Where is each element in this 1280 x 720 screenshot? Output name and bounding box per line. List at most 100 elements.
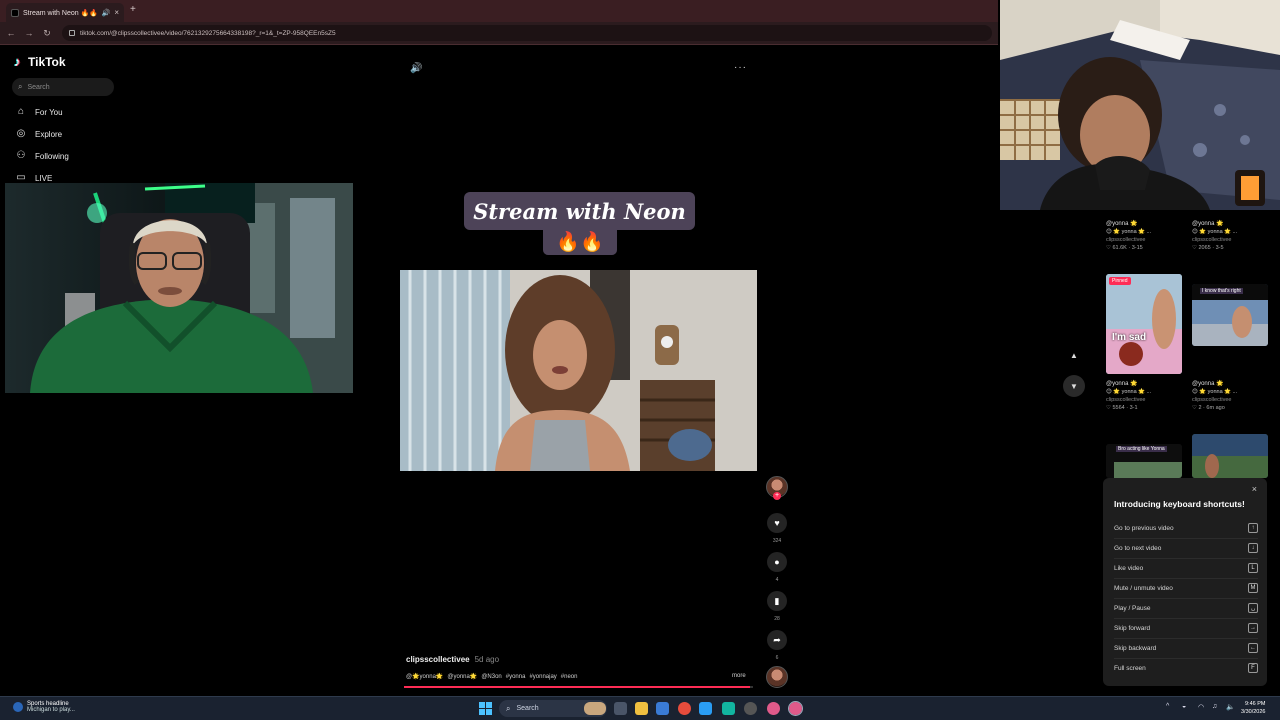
comment-icon: ● xyxy=(774,557,780,567)
like-button[interactable]: ♥ xyxy=(767,513,787,533)
mic-icon[interactable]: ♫ xyxy=(1212,703,1217,710)
close-icon[interactable]: × xyxy=(1252,484,1257,494)
system-clock[interactable]: 9:46 PM 3/30/2026 xyxy=(1241,700,1265,716)
next-video-button[interactable]: ▼ xyxy=(1063,375,1085,397)
author-username[interactable]: clipsscollectivee xyxy=(406,655,470,664)
sidebar-item-following[interactable]: ⚇ Following xyxy=(15,150,69,162)
shortcut-label: Skip forward xyxy=(1114,624,1151,632)
search-icon: ⌕ xyxy=(506,703,511,713)
grid-card-user: @yonna 🌟 xyxy=(1192,381,1224,387)
store-icon[interactable] xyxy=(656,702,669,715)
app-icon[interactable] xyxy=(699,702,712,715)
share-button[interactable]: ➦ xyxy=(767,630,787,650)
grid-video-card[interactable]: @yonna 🌟 😊 🌟 yonna 🌟 ... clipsscollectiv… xyxy=(1106,220,1182,251)
search-input[interactable]: ⌕ Search xyxy=(12,78,114,96)
grid-card-stats: ♡ 61.6K · 3-15 xyxy=(1106,245,1143,251)
caption-tag[interactable]: #yonnajay xyxy=(529,674,556,680)
music-disc-avatar[interactable] xyxy=(766,666,788,688)
grid-card-user: @yonna 🌟 xyxy=(1106,221,1138,227)
network-icon[interactable]: ◒ xyxy=(1182,703,1186,710)
grid-thumbnail[interactable]: Pinned I'm sad xyxy=(1106,274,1182,374)
news-icon xyxy=(13,702,23,712)
previous-video-button[interactable]: ▲ xyxy=(1063,344,1085,366)
grid-thumbnail[interactable]: I know that's right xyxy=(1192,284,1268,346)
guest-facecam xyxy=(1000,0,1280,210)
shortcuts-title: Introducing keyboard shortcuts! xyxy=(1114,499,1245,509)
file-explorer-icon[interactable] xyxy=(635,702,648,715)
grid-thumbnail[interactable] xyxy=(1192,434,1268,478)
speaker-icon[interactable]: 🔈 xyxy=(1226,703,1235,711)
heart-icon: ♥ xyxy=(774,518,780,528)
chrome-icon[interactable] xyxy=(678,702,691,715)
grid-video-card[interactable]: @yonna 🌟 😊 🌟 yonna 🌟 ... clipsscollectiv… xyxy=(1192,220,1268,251)
tiktok-note-icon xyxy=(14,54,25,69)
thumbnail-text: I know that's right xyxy=(1200,288,1243,294)
grid-card-account: clipsscollectivee xyxy=(1106,397,1146,403)
caption-tag[interactable]: #yonna xyxy=(506,674,526,680)
address-bar[interactable]: tiktok.com/@clipsscollectivee/video/7621… xyxy=(62,25,992,41)
caption-tag[interactable]: @N3on xyxy=(481,674,501,680)
reload-icon[interactable]: ↻ xyxy=(40,28,54,39)
comment-button[interactable]: ● xyxy=(767,552,787,572)
forward-icon[interactable]: → xyxy=(22,28,36,38)
streamer-facecam xyxy=(5,183,353,393)
close-tab-icon[interactable]: × xyxy=(114,8,119,17)
follow-plus-icon[interactable]: + xyxy=(773,492,781,500)
news-widget[interactable]: Sports headline Michigan to play... xyxy=(13,701,75,713)
video-overlay-emoji-box: 🔥🔥 xyxy=(543,228,617,255)
tray-chevron-icon[interactable]: ^ xyxy=(1166,703,1169,710)
thumbnail-text: Bro acting like Yonna xyxy=(1116,446,1167,452)
shortcut-row: Like video L xyxy=(1114,563,1258,573)
sidebar-item-label: Explore xyxy=(35,129,63,139)
caption-tag[interactable]: @🌟yonna🌟 xyxy=(406,673,443,680)
grid-thumbnail[interactable]: Bro acting like Yonna xyxy=(1106,444,1182,478)
app-icon[interactable] xyxy=(722,702,735,715)
new-tab-button[interactable]: + xyxy=(130,4,136,15)
task-view-icon[interactable] xyxy=(614,702,627,715)
shortcut-row: Go to previous video ↑ xyxy=(1114,523,1258,533)
nav-bar: ← → ↻ tiktok.com/@clipsscollectivee/vide… xyxy=(0,22,998,44)
grid-video-card[interactable]: @yonna 🌟 😊 🌟 yonna 🌟 ... clipsscollectiv… xyxy=(1192,380,1268,411)
divider xyxy=(1114,558,1258,559)
sidebar-item-label: LIVE xyxy=(35,173,53,183)
browser-tab[interactable]: Stream with Neon 🔥🔥 🔊 × xyxy=(6,3,124,22)
grid-card-stats: ♡ 2 · 6m ago xyxy=(1192,405,1225,411)
site-info-icon[interactable] xyxy=(69,30,75,36)
share-icon: ➦ xyxy=(773,634,781,645)
back-icon[interactable]: ← xyxy=(4,28,18,38)
browser-icon[interactable] xyxy=(767,702,780,715)
caption-tag[interactable]: #neon xyxy=(561,674,578,680)
grid-video-card[interactable]: @yonna 🌟 😊 🌟 yonna 🌟 ... clipsscollectiv… xyxy=(1106,380,1182,411)
video-player[interactable] xyxy=(400,270,757,471)
speaker-tab-icon[interactable]: 🔊 xyxy=(102,9,111,17)
shortcut-label: Mute / unmute video xyxy=(1114,584,1173,592)
volume-icon[interactable]: 🔊 xyxy=(410,63,422,74)
browser-active-icon[interactable] xyxy=(788,701,803,716)
windows-start-icon[interactable] xyxy=(479,702,492,715)
more-options-icon[interactable]: ··· xyxy=(734,62,747,73)
save-button[interactable]: ▮ xyxy=(767,591,787,611)
grid-card-account: clipsscollectivee xyxy=(1192,237,1232,243)
browser-chrome: Stream with Neon 🔥🔥 🔊 × + ← → ↻ tiktok.c… xyxy=(0,0,998,45)
guest-facecam-image xyxy=(1000,0,1280,210)
video-progress-bar[interactable] xyxy=(404,686,753,688)
grid-card-account: clipsscollectivee xyxy=(1106,237,1146,243)
settings-icon[interactable] xyxy=(744,702,757,715)
grid-card-stats: ♡ 2065 · 3-5 xyxy=(1192,245,1224,251)
l-key-icon: L xyxy=(1248,563,1258,573)
share-count: 6 xyxy=(775,655,779,661)
shortcut-row: Play / Pause ␣ xyxy=(1114,603,1258,613)
sidebar-item-explore[interactable]: ◎ Explore xyxy=(15,128,63,140)
caption-more-link[interactable]: more xyxy=(732,673,746,679)
home-icon: ⌂ xyxy=(17,106,25,117)
shortcut-label: Go to next video xyxy=(1114,544,1162,552)
tiktok-logo[interactable]: TikTok xyxy=(14,54,66,70)
shortcut-label: Skip backward xyxy=(1114,644,1157,652)
caption-tag[interactable]: @yonna🌟 xyxy=(447,673,477,680)
wifi-icon[interactable]: ◠ xyxy=(1198,703,1204,711)
grid-card-caption: 😊 🌟 yonna 🌟 ... xyxy=(1192,389,1238,395)
shortcut-row: Skip forward → xyxy=(1114,623,1258,633)
f-key-icon: F xyxy=(1248,663,1258,673)
sidebar-item-for-you[interactable]: ⌂ For You xyxy=(15,106,63,118)
shortcut-label: Go to previous video xyxy=(1114,524,1174,532)
